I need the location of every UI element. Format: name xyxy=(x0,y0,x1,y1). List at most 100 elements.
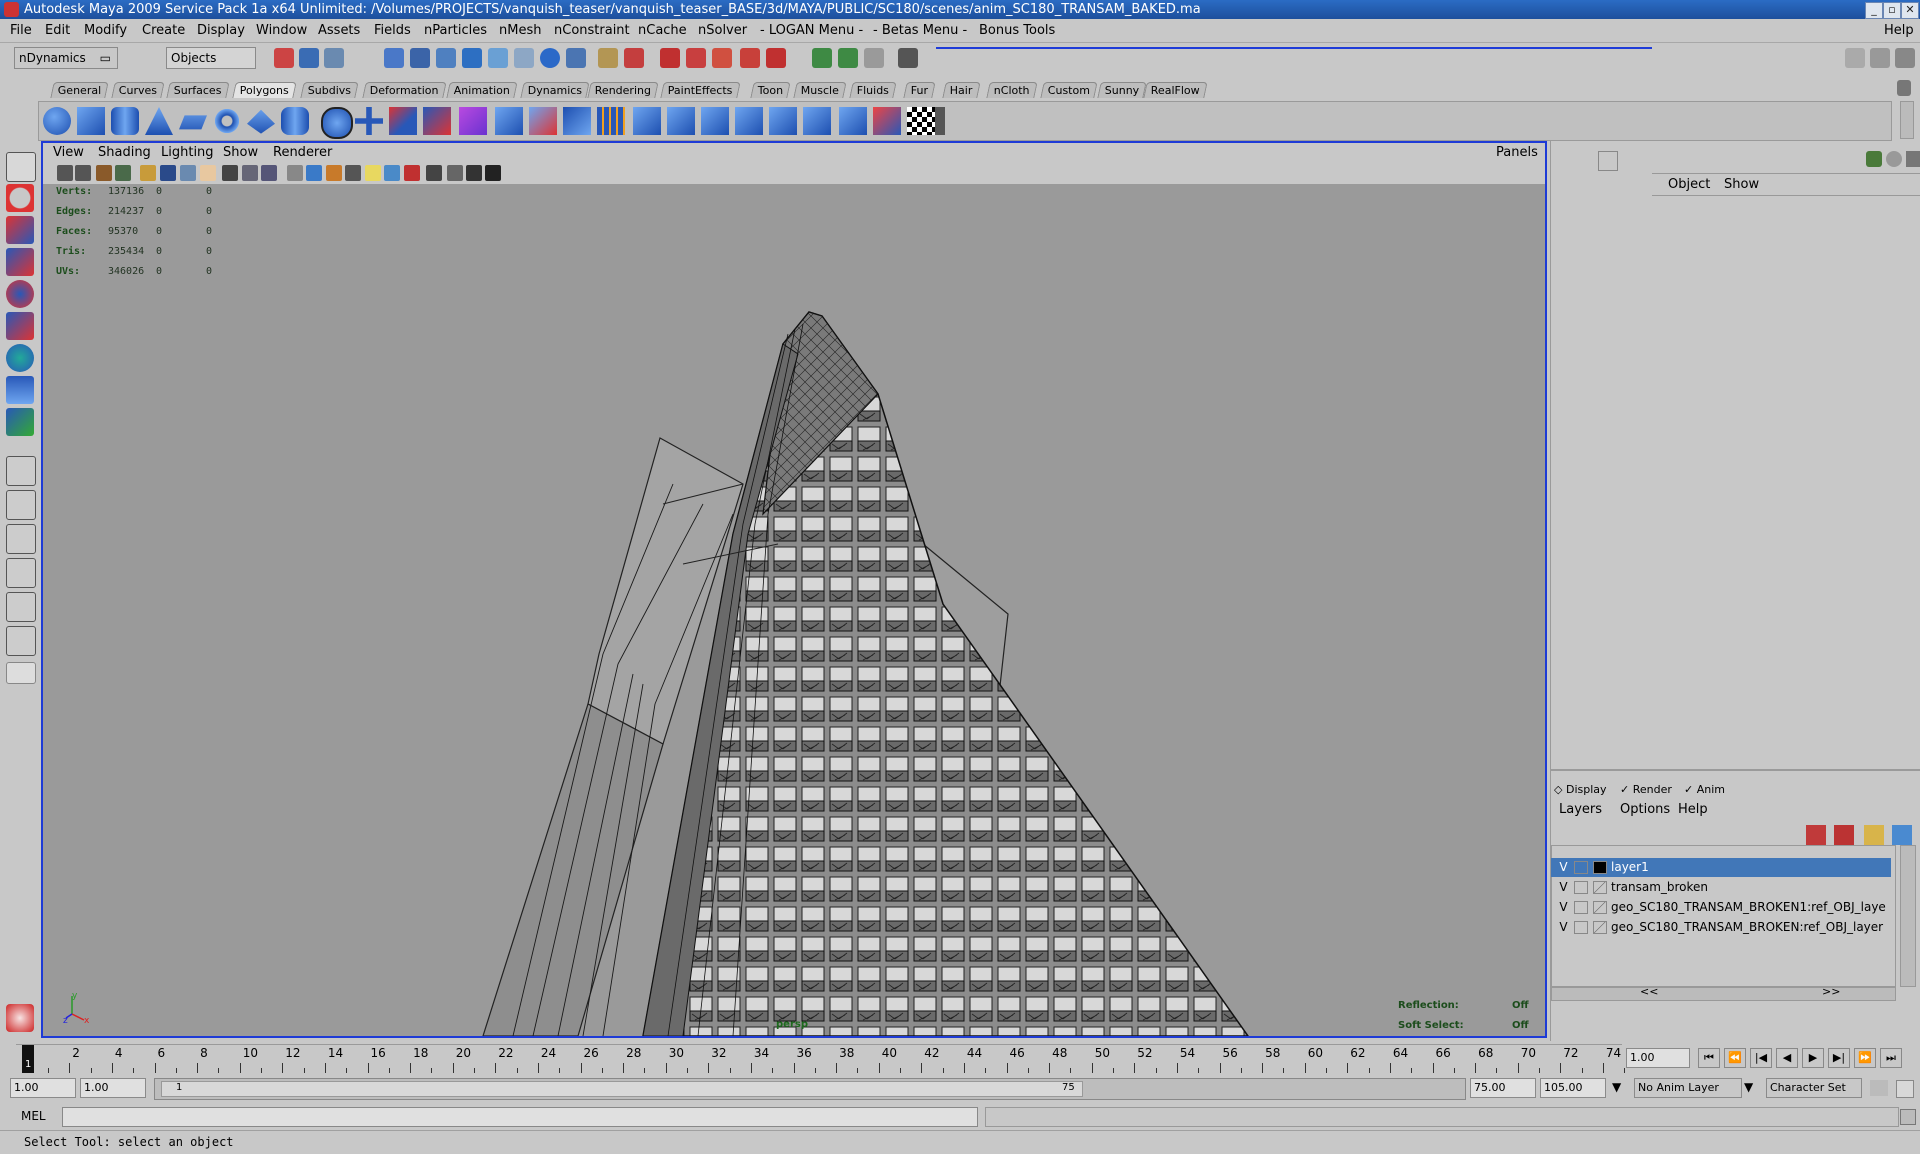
select-tool-icon[interactable] xyxy=(6,152,36,182)
gate-mask-icon[interactable] xyxy=(200,165,216,181)
preferences-icon[interactable] xyxy=(1896,1080,1914,1098)
layer-color-swatch[interactable] xyxy=(1593,921,1607,934)
channelbox-slider-icon[interactable] xyxy=(1906,151,1920,167)
range-slider-handle[interactable]: 1 75 xyxy=(161,1081,1083,1097)
menu-modify[interactable]: Modify xyxy=(84,23,127,38)
poly-soccer-icon[interactable] xyxy=(321,107,353,139)
tab-custom[interactable]: Custom xyxy=(1040,82,1098,98)
universal-manip-icon[interactable] xyxy=(6,344,34,372)
lasso-tool-icon[interactable] xyxy=(6,184,34,212)
new-layer-icon[interactable] xyxy=(1834,825,1854,845)
single-pane-layout-icon[interactable] xyxy=(6,456,36,486)
xray-icon[interactable] xyxy=(426,165,442,181)
checker-icon[interactable] xyxy=(907,107,935,135)
play-forwards-icon[interactable]: ▶ xyxy=(1802,1048,1824,1068)
wedge-icon[interactable] xyxy=(803,107,831,135)
menu-betas[interactable]: - Betas Menu - xyxy=(873,23,967,38)
new-render-layer-icon[interactable] xyxy=(1892,825,1912,845)
smooth-icon[interactable] xyxy=(459,107,487,135)
sphere-icon[interactable] xyxy=(540,48,560,68)
scale-tool-icon[interactable] xyxy=(6,312,34,340)
tab-sunny[interactable]: Sunny xyxy=(1097,82,1148,98)
layer-menu-options[interactable]: Options xyxy=(1620,802,1670,817)
vp-menu-panels[interactable]: Panels xyxy=(1496,145,1538,160)
step-back-key-icon[interactable]: |◀ xyxy=(1750,1048,1772,1068)
range-slider[interactable]: 1 75 xyxy=(154,1078,1466,1100)
layer-playback-toggle[interactable] xyxy=(1574,861,1588,874)
smooth-shade-icon[interactable] xyxy=(306,165,322,181)
hud-icon[interactable] xyxy=(485,165,501,181)
show-manip-icon[interactable] xyxy=(6,408,34,436)
move-tool-icon[interactable] xyxy=(6,248,34,276)
tab-fur[interactable]: Fur xyxy=(903,82,936,98)
select-by-component-icon[interactable] xyxy=(324,48,344,68)
playback-start-field[interactable]: 1.00 xyxy=(80,1078,146,1098)
graph-layout-icon[interactable] xyxy=(6,626,36,656)
menu-display[interactable]: Display xyxy=(197,23,245,38)
vp-menu-shading[interactable]: Shading xyxy=(98,145,151,160)
layer-menu-layers[interactable]: Layers xyxy=(1559,802,1602,817)
anim-layer-chevron-icon[interactable]: ▼ xyxy=(1744,1080,1760,1096)
layer-list-scrollbar[interactable] xyxy=(1900,845,1916,987)
textured-icon[interactable] xyxy=(345,165,361,181)
ipr-render-icon[interactable] xyxy=(686,48,706,68)
key-icon[interactable] xyxy=(1870,1080,1888,1096)
new-anim-layer-icon[interactable] xyxy=(1864,825,1884,845)
bridge-icon[interactable] xyxy=(529,107,557,135)
trash-icon[interactable] xyxy=(1897,80,1911,96)
split-polygon-icon[interactable] xyxy=(597,107,625,135)
layer-color-swatch[interactable] xyxy=(1593,861,1607,874)
playback-end-field[interactable]: 75.00 xyxy=(1470,1078,1536,1098)
select-by-object-icon[interactable] xyxy=(299,48,319,68)
layer-color-swatch[interactable] xyxy=(1593,901,1607,914)
tab-subdivs[interactable]: Subdivs xyxy=(300,82,359,98)
append-polygon-icon[interactable] xyxy=(563,107,591,135)
go-to-end-icon[interactable]: ⏭ xyxy=(1880,1048,1902,1068)
vp-menu-lighting[interactable]: Lighting xyxy=(161,145,214,160)
scene-geometry[interactable] xyxy=(43,184,1545,1036)
time-slider[interactable]: 1 2 4 6 8 10 12 14 16 18 20 22 24 26 28 30 32 34 36 38 40 42… xyxy=(16,1044,1626,1073)
snap-curve-icon[interactable] xyxy=(410,48,430,68)
play-backwards-icon[interactable]: ◀ xyxy=(1776,1048,1798,1068)
playback-options-icon[interactable]: ▼ xyxy=(1612,1080,1628,1096)
layer-playback-toggle[interactable] xyxy=(1574,921,1588,934)
four-pane-layout-icon[interactable] xyxy=(6,490,36,520)
menu-edit[interactable]: Edit xyxy=(45,23,70,38)
input-field-icon[interactable] xyxy=(812,48,832,68)
paint-select-icon[interactable] xyxy=(6,216,34,244)
step-forward-key-icon[interactable]: ▶| xyxy=(1828,1048,1850,1068)
layer-row[interactable]: V transam_broken xyxy=(1551,878,1891,897)
tab-general[interactable]: General xyxy=(50,82,110,98)
layer-visibility-toggle[interactable]: V xyxy=(1557,858,1570,877)
close-icon[interactable]: ✕ xyxy=(1901,2,1919,19)
menu-logan[interactable]: - LOGAN Menu - xyxy=(760,23,863,38)
menu-window[interactable]: Window xyxy=(256,23,307,38)
attribute-icon[interactable] xyxy=(864,48,884,68)
menu-create[interactable]: Create xyxy=(142,23,185,38)
poly-torus-icon[interactable] xyxy=(213,107,241,135)
render-icon[interactable] xyxy=(660,48,680,68)
poly-cylinder-icon[interactable] xyxy=(111,107,139,135)
persp-graph-layout-icon[interactable] xyxy=(6,558,36,588)
layer-mode-display[interactable]: ◇ Display xyxy=(1554,783,1607,796)
tab-ncloth[interactable]: nCloth xyxy=(986,82,1038,98)
lock-icon[interactable] xyxy=(598,48,618,68)
snap-view-plane-icon[interactable] xyxy=(462,48,482,68)
sculpt-icon[interactable] xyxy=(873,107,901,135)
film-gate-icon[interactable] xyxy=(160,165,176,181)
insert-edge-loop-icon[interactable] xyxy=(633,107,661,135)
channelbox-attr-icon[interactable] xyxy=(1886,151,1902,167)
render-settings-icon[interactable] xyxy=(712,48,732,68)
merge-icon[interactable] xyxy=(735,107,763,135)
tab-deformation[interactable]: Deformation xyxy=(362,82,447,98)
poly-prism-icon[interactable] xyxy=(247,109,275,134)
menu-help[interactable]: Help xyxy=(1884,23,1914,38)
poly-cube-icon[interactable] xyxy=(77,107,105,135)
new-layer-selected-icon[interactable] xyxy=(1806,825,1826,845)
menu-assets[interactable]: Assets xyxy=(318,23,360,38)
use-lights-icon[interactable] xyxy=(365,165,381,181)
poly-plane-icon[interactable] xyxy=(179,115,207,130)
tab-toon[interactable]: Toon xyxy=(750,82,791,98)
bookmark-icon[interactable] xyxy=(96,165,112,181)
backface-culling-icon[interactable] xyxy=(466,165,482,181)
